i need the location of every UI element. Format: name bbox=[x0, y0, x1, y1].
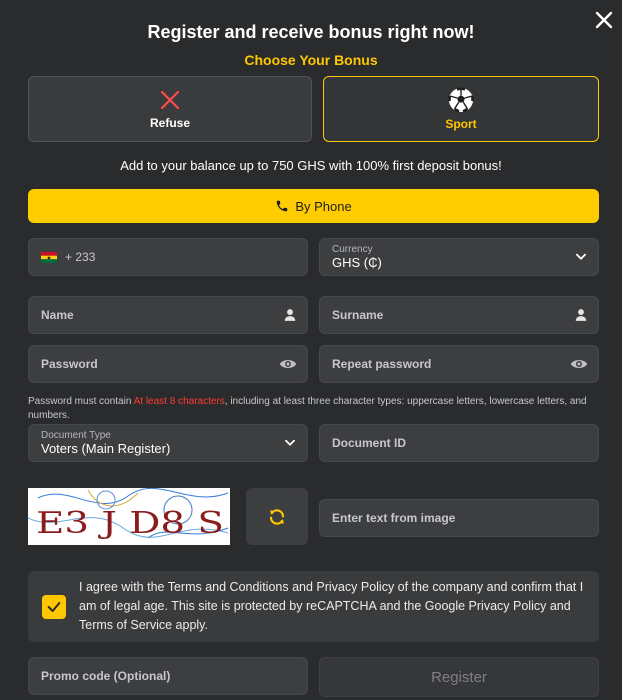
bonus-option-label: Sport bbox=[445, 117, 477, 131]
document-id-field[interactable]: Document ID bbox=[319, 424, 599, 462]
choose-bonus-heading: Choose Your Bonus bbox=[244, 52, 378, 68]
hint-highlight: At least 8 characters bbox=[133, 396, 225, 407]
ghana-flag-icon bbox=[41, 251, 57, 263]
refresh-icon bbox=[269, 508, 285, 525]
page-title: Register and receive bonus right now! bbox=[147, 22, 475, 42]
user-icon bbox=[284, 309, 296, 321]
name-field[interactable]: Name bbox=[28, 296, 308, 334]
promo-code-placeholder: Promo code (Optional) bbox=[41, 669, 171, 683]
currency-value: GHS (₵) bbox=[332, 254, 382, 270]
eye-icon[interactable] bbox=[570, 357, 588, 371]
repeat-password-field[interactable]: Repeat password bbox=[319, 345, 599, 383]
repeat-password-placeholder: Repeat password bbox=[332, 357, 432, 371]
captcha-placeholder: Enter text from image bbox=[332, 511, 456, 525]
document-type-label: Document Type bbox=[41, 429, 111, 441]
captcha-image: E3 J D8 S bbox=[28, 488, 230, 545]
eye-icon[interactable] bbox=[279, 357, 297, 371]
bonus-option-sport[interactable]: Sport bbox=[323, 76, 599, 142]
surname-placeholder: Surname bbox=[332, 308, 384, 322]
close-button[interactable] bbox=[592, 8, 616, 32]
password-placeholder: Password bbox=[41, 357, 98, 371]
close-icon bbox=[595, 11, 613, 29]
phone-input[interactable]: + 233 bbox=[28, 238, 308, 276]
x-icon bbox=[160, 90, 180, 110]
phone-icon bbox=[277, 200, 288, 212]
promo-code-field[interactable]: Promo code (Optional) bbox=[28, 657, 308, 695]
captcha-text: E3 J D8 S bbox=[36, 506, 224, 541]
document-type-value: Voters (Main Register) bbox=[41, 440, 171, 456]
password-field[interactable]: Password bbox=[28, 345, 308, 383]
bonus-option-refuse[interactable]: Refuse bbox=[28, 76, 312, 142]
password-hint: Password must contain At least 8 charact… bbox=[28, 395, 603, 423]
agreement-checkbox[interactable] bbox=[42, 595, 66, 619]
document-type-select[interactable]: Document Type Voters (Main Register) bbox=[28, 424, 308, 462]
chevron-down-icon bbox=[576, 253, 586, 260]
tab-label: By Phone bbox=[295, 198, 352, 214]
hint-text: Password must contain bbox=[28, 396, 134, 407]
captcha-input[interactable]: Enter text from image bbox=[319, 499, 599, 537]
user-icon bbox=[575, 309, 587, 321]
refresh-captcha-button[interactable] bbox=[246, 488, 308, 545]
soccer-ball-icon bbox=[448, 87, 474, 113]
bonus-option-label: Refuse bbox=[149, 116, 190, 130]
checkmark-icon bbox=[47, 602, 61, 612]
agreement-text: I agree with the Terms and Conditions an… bbox=[79, 580, 584, 632]
phone-prefix: + 233 bbox=[65, 250, 96, 264]
chevron-down-icon bbox=[285, 439, 295, 446]
register-button[interactable]: Register bbox=[319, 657, 599, 697]
tab-by-phone[interactable]: By Phone bbox=[28, 189, 599, 223]
document-id-placeholder: Document ID bbox=[332, 436, 407, 450]
surname-field[interactable]: Surname bbox=[319, 296, 599, 334]
currency-select[interactable]: Currency GHS (₵) bbox=[319, 238, 599, 276]
bonus-info-text: Add to your balance up to 750 GHS with 1… bbox=[120, 158, 502, 173]
name-placeholder: Name bbox=[41, 308, 74, 322]
currency-label: Currency bbox=[332, 243, 373, 255]
